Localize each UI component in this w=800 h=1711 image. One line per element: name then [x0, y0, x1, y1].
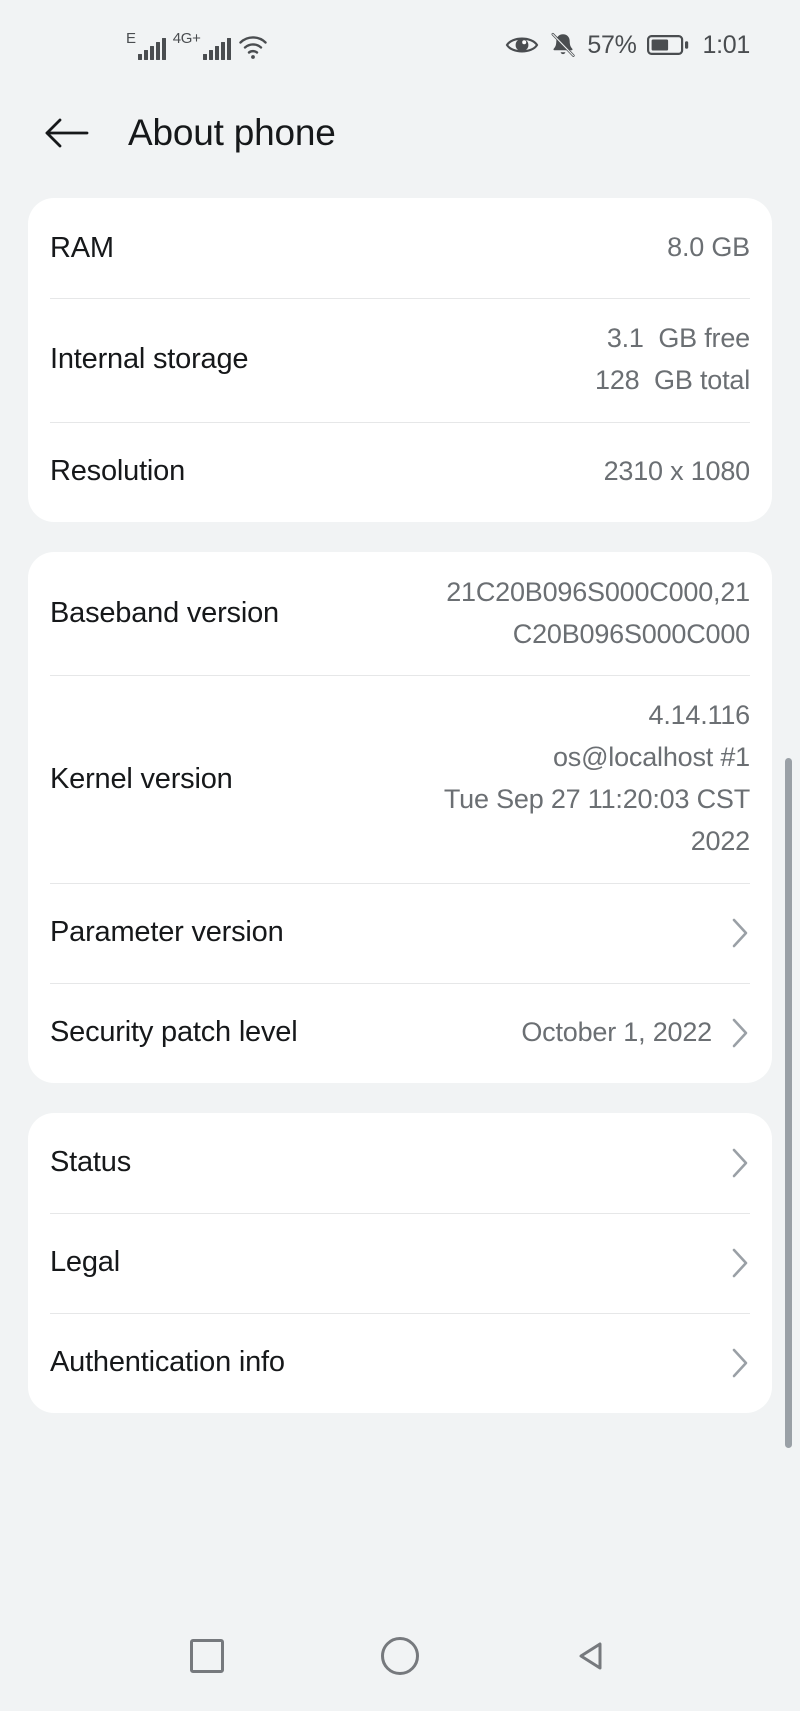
eye-icon — [505, 33, 539, 57]
signal-bars-icon-2 — [202, 37, 231, 60]
signal-bars-icon-1 — [137, 37, 166, 60]
settings-row-ram: RAM 8.0 GB — [50, 198, 750, 298]
settings-row-security-patch-level[interactable]: Security patch level October 1, 2022 — [50, 982, 750, 1083]
square-recents-icon[interactable] — [169, 1618, 245, 1694]
settings-row-authentication-info[interactable]: Authentication info — [50, 1312, 750, 1413]
app-header: About phone — [0, 90, 800, 176]
row-value-resolution: 2310 x 1080 — [603, 455, 751, 486]
circle-home-icon[interactable] — [362, 1618, 438, 1694]
chevron-right-icon — [712, 1016, 750, 1050]
row-label-kernel-version: Kernel version — [50, 762, 233, 795]
status-bar-right: 57% 1:01 — [505, 31, 750, 59]
triangle-back-icon[interactable] — [555, 1618, 631, 1694]
battery-percentage-label: 57% — [587, 30, 637, 59]
vertical-scrollbar[interactable] — [785, 758, 792, 1448]
row-label-security-patch-level: Security patch level — [50, 1016, 298, 1049]
row-label-status: Status — [50, 1146, 132, 1179]
software-info-card: Baseband version 21C20B096S000C000,21C20… — [28, 551, 772, 1083]
row-value-baseband-version: 21C20B096S000C000,21C20B096S000C000 — [446, 576, 750, 649]
row-label-parameter-version: Parameter version — [50, 916, 284, 949]
chevron-right-icon — [712, 916, 750, 950]
network-type-label-e: E — [126, 29, 136, 47]
row-value-ram: 8.0 GB — [667, 232, 750, 263]
more-info-card: Status Legal Authentication info — [28, 1112, 772, 1413]
bell-muted-icon — [549, 31, 577, 59]
back-arrow-icon[interactable] — [44, 110, 90, 156]
row-label-legal: Legal — [50, 1246, 120, 1279]
row-label-ram: RAM — [50, 231, 114, 264]
status-bar: E 4G+ 57% 1:01 — [0, 0, 800, 90]
settings-row-parameter-version[interactable]: Parameter version — [50, 882, 750, 983]
chevron-right-icon — [712, 1146, 750, 1180]
row-value-internal-storage: 3.1 GB free 128 GB total — [595, 323, 750, 395]
wifi-icon — [238, 34, 268, 60]
network-type-label-4g: 4G+ — [172, 29, 201, 47]
network-indicator-1: E — [126, 31, 166, 60]
chevron-right-icon — [712, 1246, 750, 1280]
network-indicator-2: 4G+ — [173, 31, 231, 60]
row-label-authentication-info: Authentication info — [50, 1346, 285, 1379]
row-label-internal-storage: Internal storage — [50, 343, 249, 376]
row-label-resolution: Resolution — [50, 455, 186, 488]
settings-row-legal[interactable]: Legal — [50, 1212, 750, 1313]
device-specs-card: RAM 8.0 GB Internal storage 3.1 GB free … — [28, 198, 772, 522]
row-value-security-patch-level: October 1, 2022 — [521, 1016, 712, 1047]
settings-row-resolution: Resolution 2310 x 1080 — [50, 421, 751, 522]
settings-row-status[interactable]: Status — [50, 1113, 750, 1213]
page-title: About phone — [128, 112, 336, 153]
row-label-baseband-version: Baseband version — [50, 597, 279, 630]
phone-screen: E 4G+ 57% 1:01 About phone RAM 8.0 GB In… — [0, 0, 800, 1711]
clock-label: 1:01 — [702, 30, 751, 59]
settings-row-kernel-version: Kernel version 4.14.116 os@localhost #1 … — [50, 675, 750, 882]
settings-row-baseband-version: Baseband version 21C20B096S000C000,21C20… — [50, 552, 750, 676]
settings-content: RAM 8.0 GB Internal storage 3.1 GB free … — [0, 176, 800, 1413]
settings-row-internal-storage: Internal storage 3.1 GB free 128 GB tota… — [50, 298, 750, 422]
battery-icon — [646, 33, 689, 57]
system-navigation-bar — [0, 1601, 800, 1711]
status-bar-left: E 4G+ — [126, 31, 268, 60]
row-value-kernel-version: 4.14.116 os@localhost #1 Tue Sep 27 11:2… — [443, 700, 750, 856]
chevron-right-icon — [712, 1346, 750, 1380]
